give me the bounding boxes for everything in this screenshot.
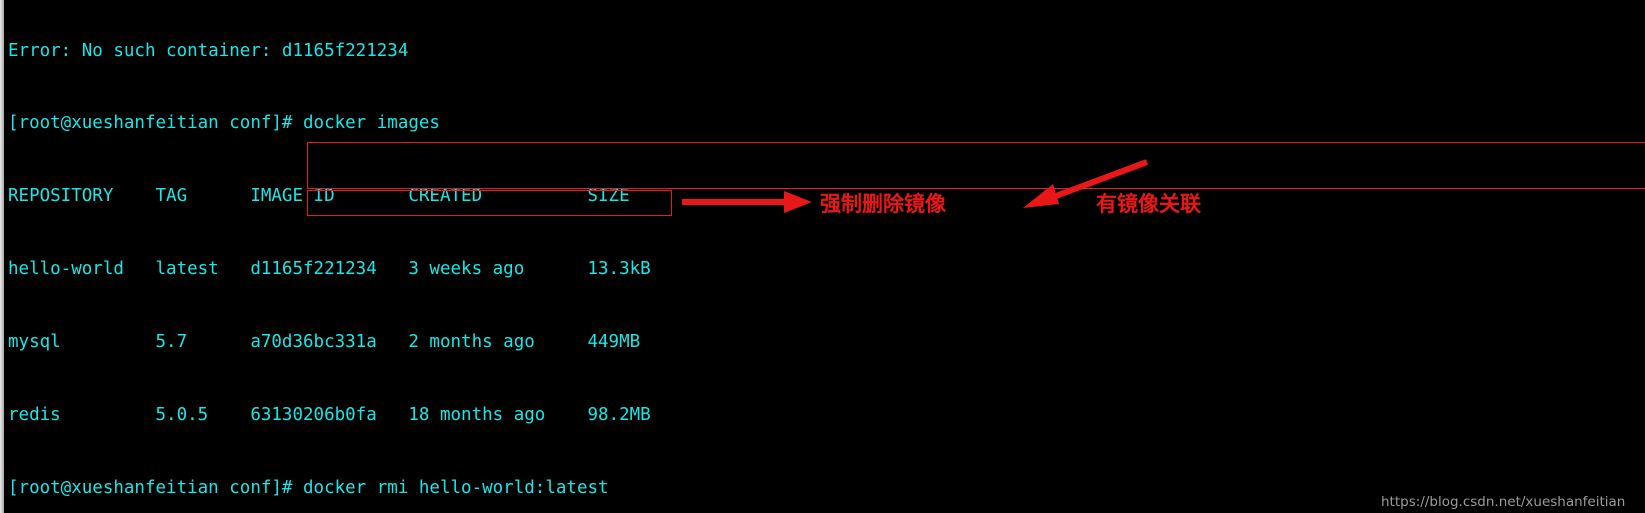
terminal-window: Error: No such container: d1165f221234 […: [0, 0, 1645, 513]
terminal-line: Error: No such container: d1165f221234: [8, 40, 409, 61]
terminal-line: [root@xueshanfeitian conf]# docker rmi h…: [8, 477, 609, 498]
terminal-line: redis 5.0.5 63130206b0fa 18 months ago 9…: [8, 405, 651, 426]
annotation-force-delete-image: 强制删除镜像: [820, 192, 946, 216]
terminal-line: hello-world latest d1165f221234 3 weeks …: [8, 259, 651, 280]
terminal-output: Error: No such container: d1165f221234 […: [8, 0, 1557, 513]
terminal-line: REPOSITORY TAG IMAGE ID CREATED SIZE: [8, 186, 630, 207]
terminal-line: [root@xueshanfeitian conf]# docker image…: [8, 113, 440, 134]
watermark-url: https://blog.csdn.net/xueshanfeitian: [1381, 494, 1626, 510]
terminal-line: mysql 5.7 a70d36bc331a 2 months ago 449M…: [8, 332, 641, 353]
window-edge-strip: [0, 0, 4, 513]
annotation-image-in-use: 有镜像关联: [1096, 192, 1201, 216]
